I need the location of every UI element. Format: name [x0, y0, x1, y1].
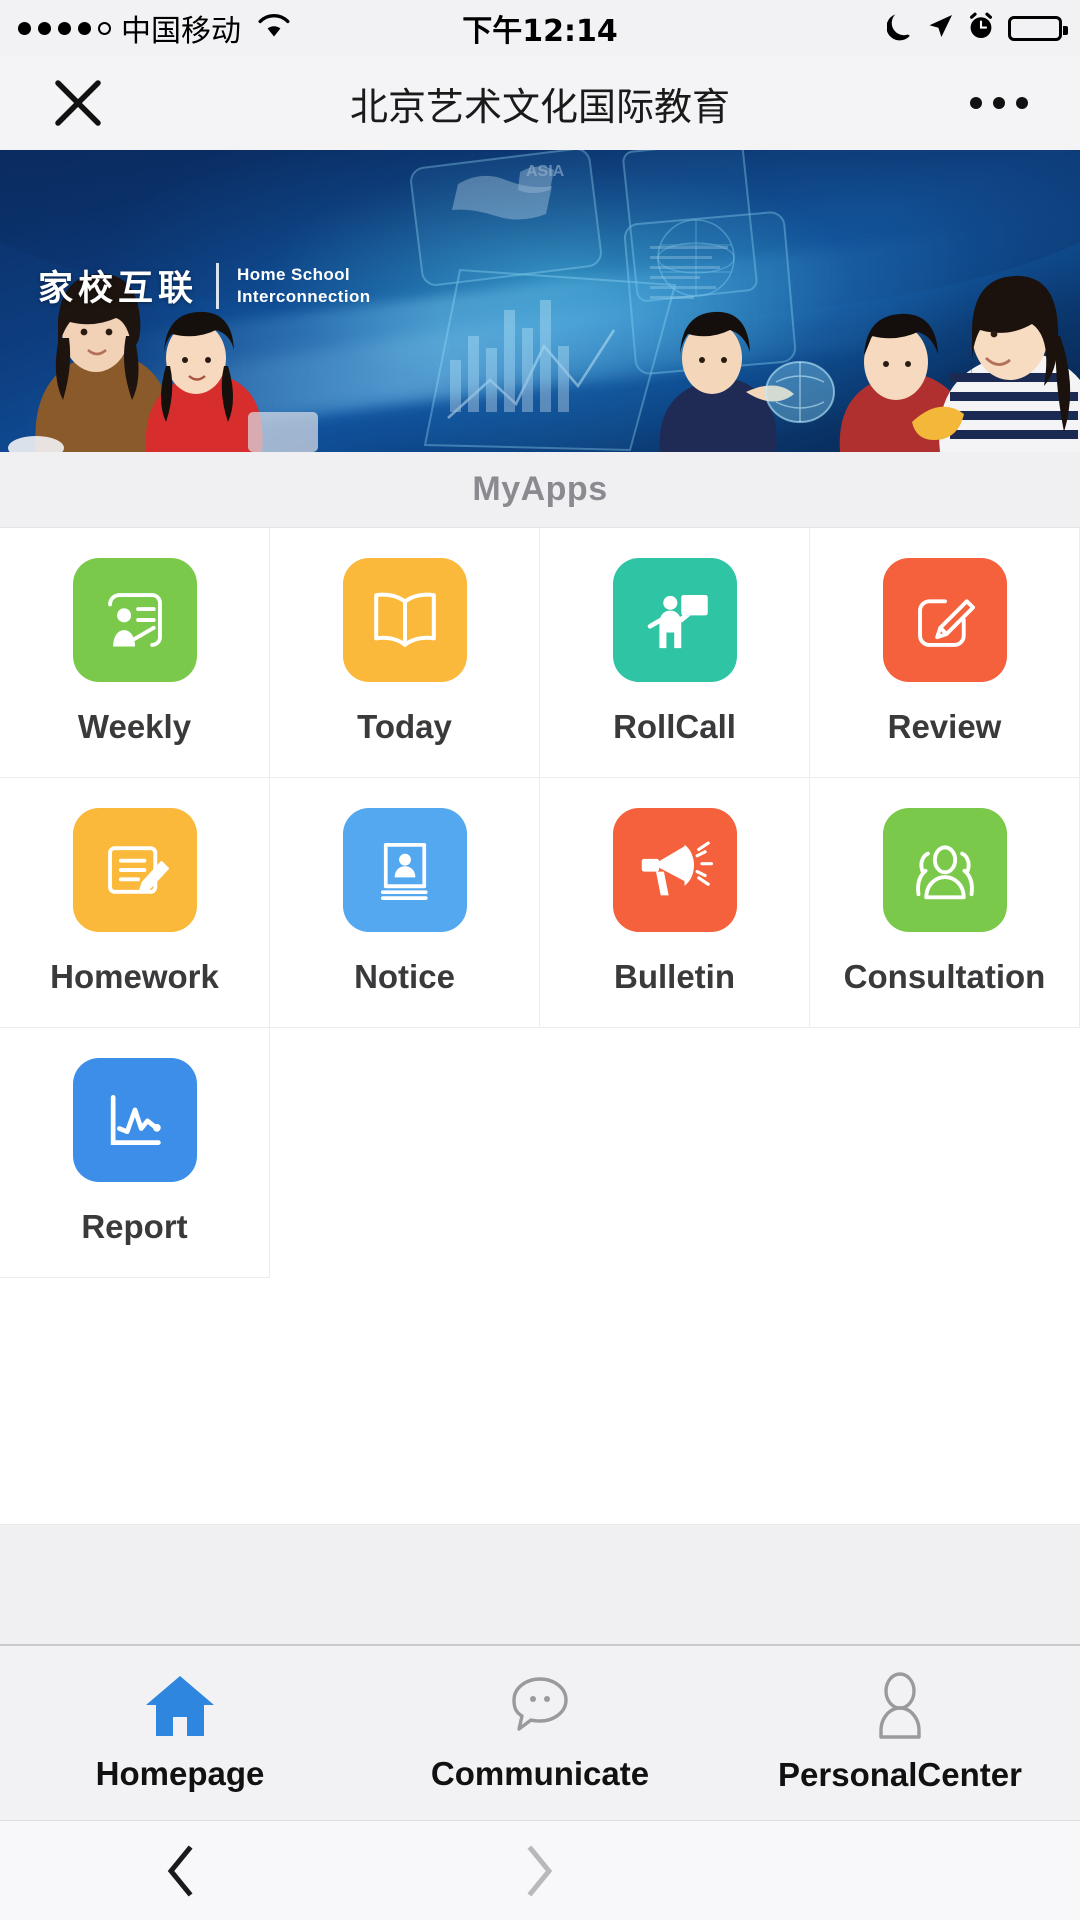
tab-label: Homepage: [95, 1755, 265, 1792]
carrier-label: 中国移动: [121, 14, 241, 49]
app-label: Notice: [354, 958, 455, 995]
speech-bubble-icon[interactable]: [507, 1673, 573, 1739]
app-cell-report[interactable]: Report: [0, 1028, 270, 1278]
close-icon[interactable]: [52, 77, 104, 129]
moon-icon: [886, 11, 913, 46]
tab-personalcenter[interactable]: PersonalCenter: [720, 1646, 1080, 1820]
alarm-clock-icon: [967, 12, 995, 45]
tab-communicate[interactable]: Communicate: [360, 1646, 720, 1820]
browser-back-button[interactable]: [0, 1844, 360, 1897]
status-bar: 中国移动 下午12:14: [0, 0, 1080, 56]
svg-text:ASIA: ASIA: [526, 163, 565, 180]
app-label: Report: [81, 1208, 188, 1245]
bottom-gray-band: [0, 1524, 1080, 1644]
tab-homepage[interactable]: Homepage: [0, 1646, 360, 1820]
home-school-banner: ASIA 家校互联 Home School Interconnection: [0, 150, 1080, 452]
teacher-report-icon[interactable]: [72, 558, 197, 682]
app-cell-empty: [810, 1028, 1080, 1278]
bottom-tab-bar: Homepage Communicate PersonalCenter: [0, 1644, 1080, 1820]
app-label: Consultation: [843, 958, 1046, 995]
app-cell-homework[interactable]: Homework: [0, 778, 270, 1028]
tab-label: Communicate: [430, 1755, 650, 1792]
location-arrow-icon: [926, 12, 954, 45]
app-label: Today: [357, 708, 452, 745]
home-icon[interactable]: [143, 1673, 217, 1739]
banner-photo-right: [650, 272, 1080, 452]
more-dots-icon[interactable]: [970, 97, 1028, 109]
open-book-icon[interactable]: [342, 558, 467, 682]
app-label: Review: [887, 708, 1002, 745]
app-cell-today[interactable]: Today: [270, 528, 540, 778]
app-cell-weekly[interactable]: Weekly: [0, 528, 270, 778]
status-bar-right: [886, 11, 1068, 46]
app-cell-consultation[interactable]: Consultation: [810, 778, 1080, 1028]
app-grid-wrapper: Weekly Today RollCall Review Homework No…: [0, 528, 1080, 1278]
app-screen: 中国移动 下午12:14 北京艺术文化国际教育 ASIA 家校互联 Home S…: [0, 0, 1080, 1920]
signal-strength-icon: [18, 21, 111, 35]
status-bar-left: 中国移动: [18, 6, 291, 50]
banner-logo: 家校互联 Home School Interconnection: [38, 260, 371, 311]
page-title: 北京艺术文化国际教育: [349, 84, 730, 129]
banner-logo-en: Home School Interconnection: [237, 265, 371, 306]
banner-logo-divider: [216, 262, 220, 309]
myapps-section-header: MyApps: [0, 452, 1080, 528]
browser-forward-button[interactable]: [360, 1844, 720, 1897]
app-label: Homework: [50, 958, 219, 995]
browser-navigation-bar: [0, 1820, 1080, 1920]
notepad-pencil-icon[interactable]: [72, 808, 197, 932]
app-cell-bulletin[interactable]: Bulletin: [540, 778, 810, 1028]
person-icon[interactable]: [870, 1672, 930, 1740]
app-label: Bulletin: [614, 958, 735, 995]
megaphone-icon[interactable]: [612, 808, 737, 932]
wifi-icon: [257, 13, 291, 44]
presenter-icon[interactable]: [612, 558, 737, 682]
battery-icon: [1008, 15, 1068, 41]
app-grid: Weekly Today RollCall Review Homework No…: [0, 528, 1080, 1278]
group-people-icon[interactable]: [882, 808, 1007, 932]
contact-book-icon[interactable]: [342, 808, 467, 932]
app-cell-review[interactable]: Review: [810, 528, 1080, 778]
navigation-bar: 北京艺术文化国际教育: [0, 56, 1080, 150]
section-title: MyApps: [472, 470, 608, 508]
app-cell-rollcall[interactable]: RollCall: [540, 528, 810, 778]
content-filler: [0, 1278, 1080, 1524]
banner-logo-cn: 家校互联: [38, 269, 199, 309]
edit-pencil-icon[interactable]: [882, 558, 1007, 682]
line-chart-icon[interactable]: [72, 1058, 197, 1182]
app-cell-notice[interactable]: Notice: [270, 778, 540, 1028]
app-cell-empty: [270, 1028, 540, 1278]
tab-label: PersonalCenter: [778, 1756, 1022, 1793]
app-label: RollCall: [613, 708, 736, 745]
app-label: Weekly: [77, 708, 192, 745]
app-cell-empty: [540, 1028, 810, 1278]
